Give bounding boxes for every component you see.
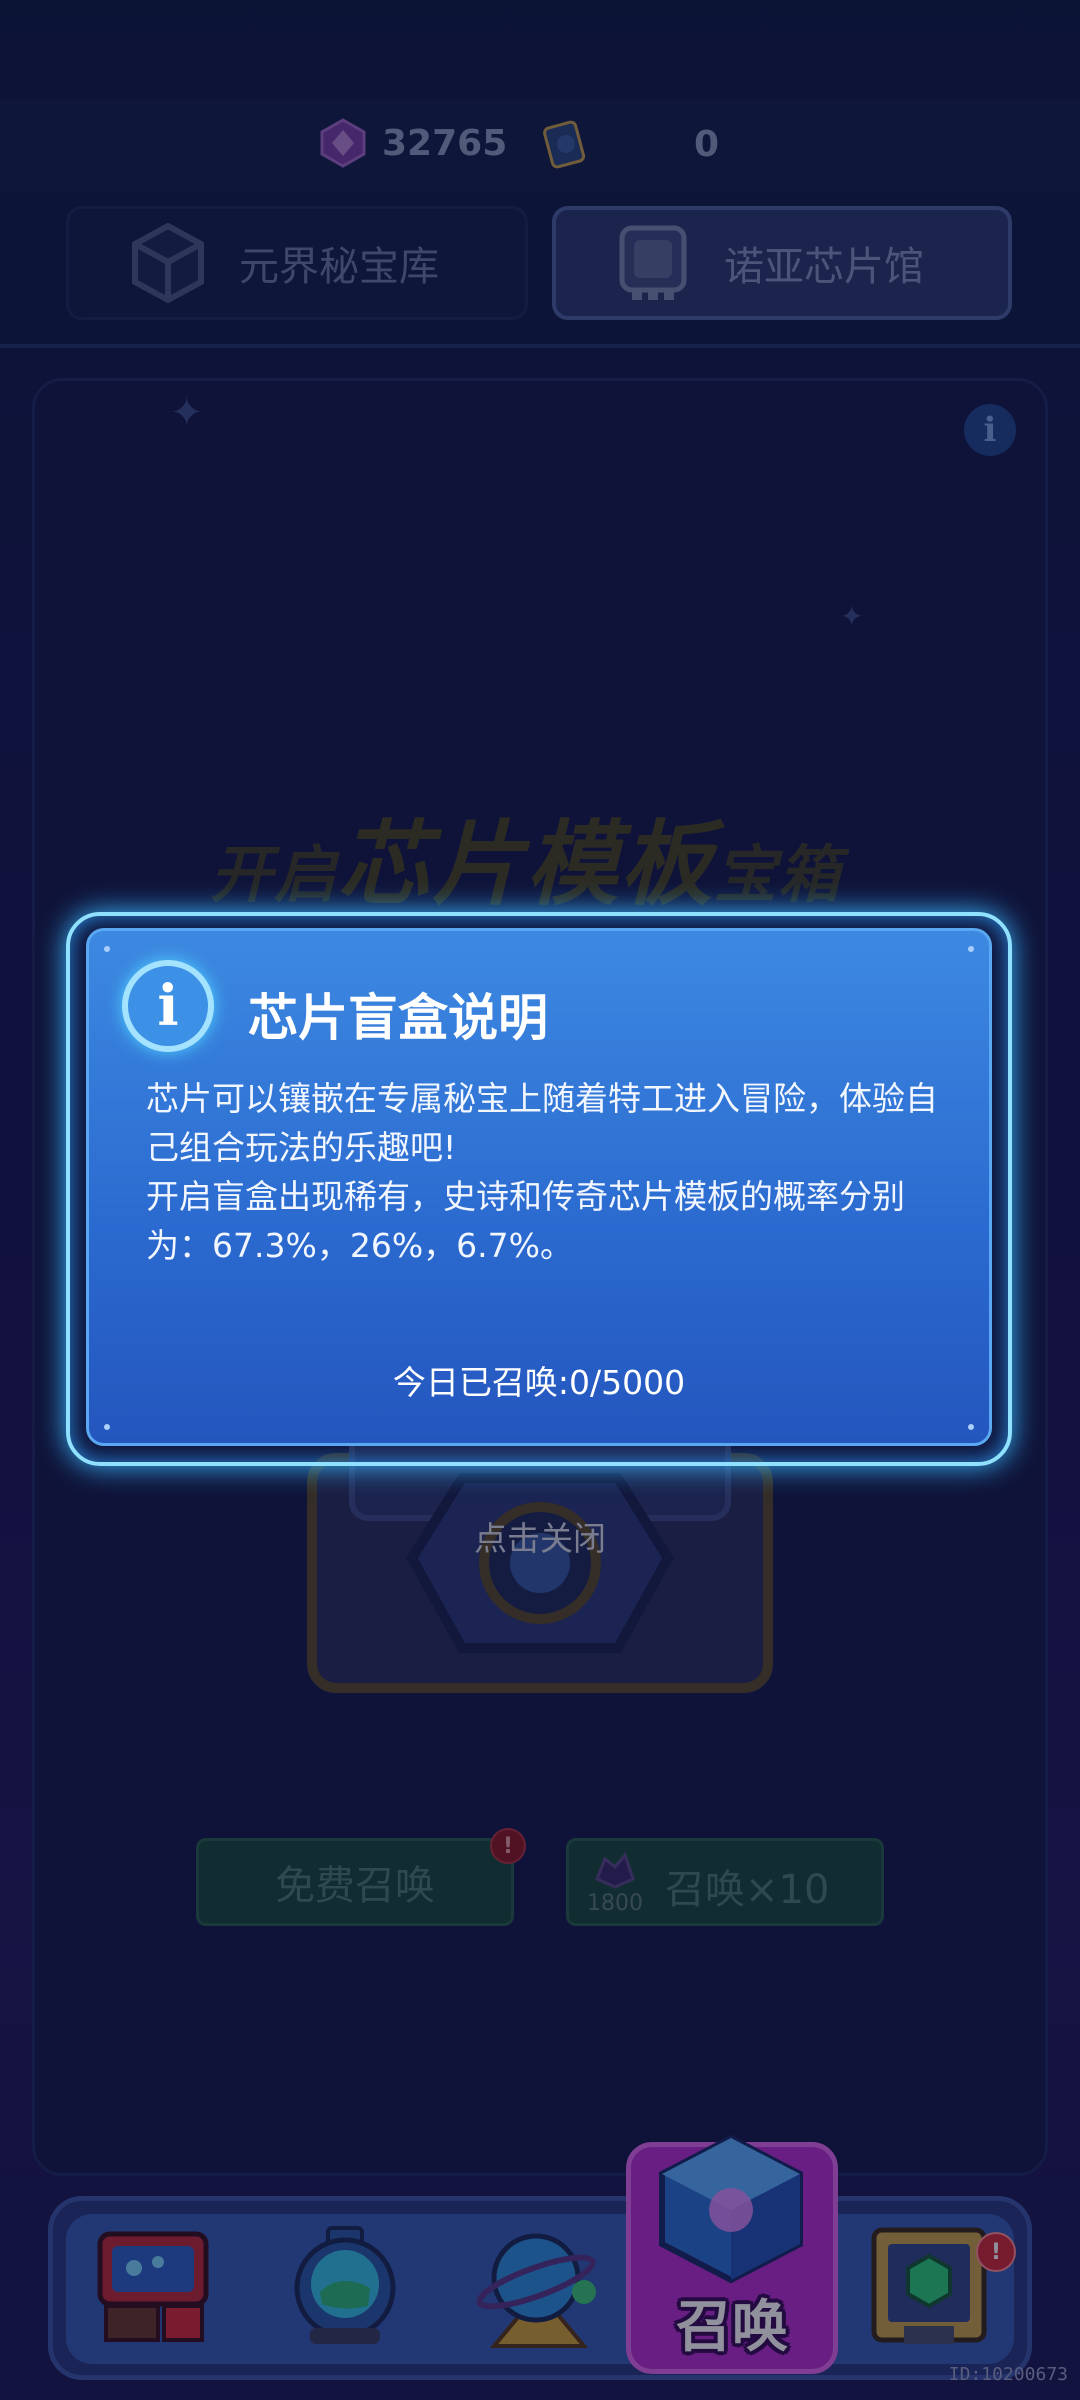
corner-dot — [104, 1424, 110, 1430]
info-icon: i — [122, 960, 214, 1052]
corner-dot — [968, 1424, 974, 1430]
dialog-title: 芯片盲盒说明 — [248, 989, 548, 1047]
summon-count-text: 今日已召唤:0/5000 — [392, 1363, 686, 1402]
dialog-paragraph: 芯片可以镶嵌在专属秘宝上随着特工进入冒险，体验自己组合玩法的乐趣吧! — [146, 1079, 938, 1167]
dialog-paragraph: 开启盲盒出现稀有，史诗和传奇芯片模板的概率分别为：67.3%，26%，6.7%。 — [146, 1177, 905, 1265]
corner-dot — [968, 946, 974, 952]
dialog-body: 芯片可以镶嵌在专属秘宝上随着特工进入冒险，体验自己组合玩法的乐趣吧! 开启盲盒出… — [146, 1074, 946, 1270]
corner-dot — [104, 946, 110, 952]
